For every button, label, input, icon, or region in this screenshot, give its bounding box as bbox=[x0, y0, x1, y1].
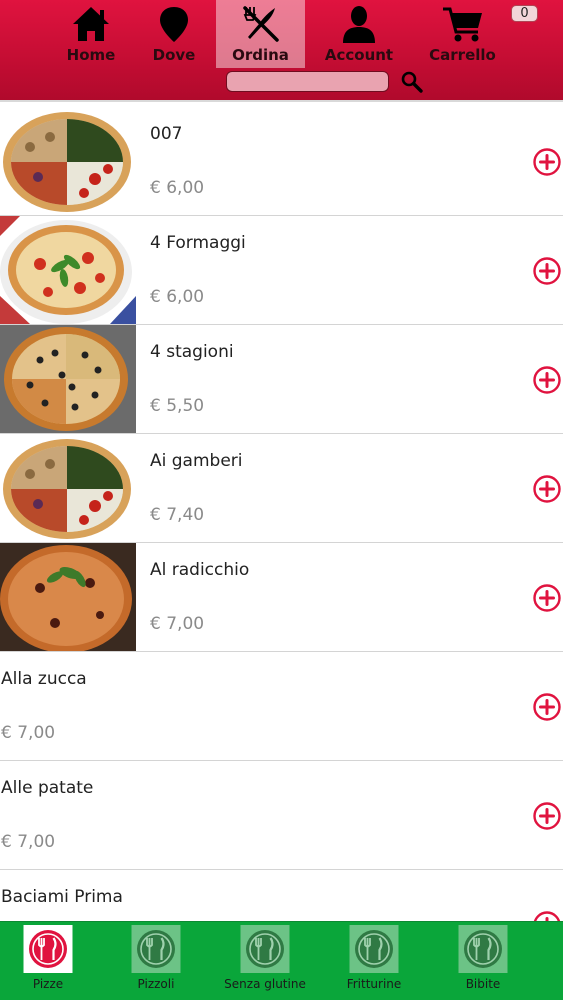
product-name: Al radicchio bbox=[150, 560, 250, 580]
fork-knife-icon bbox=[242, 6, 279, 42]
nav-dove[interactable]: Dove bbox=[146, 0, 202, 68]
add-to-cart-icon[interactable] bbox=[532, 474, 562, 504]
top-header: Home Dove Ordina Account Carrello 0 bbox=[0, 0, 563, 102]
category-label: Pizze bbox=[32, 977, 64, 991]
nav-ordina-label: Ordina bbox=[232, 46, 289, 64]
nav-ordina[interactable]: Ordina bbox=[216, 0, 305, 68]
search-icon[interactable] bbox=[400, 70, 424, 94]
plate-cutlery-icon bbox=[246, 930, 284, 968]
nav-home[interactable]: Home bbox=[62, 0, 120, 68]
nav-carrello[interactable]: Carrello bbox=[425, 0, 500, 68]
category-tile bbox=[131, 925, 181, 973]
category-bar: Pizze Pizzoli Senza glutine Fritturine B… bbox=[0, 921, 563, 1000]
category-pizzoli[interactable]: Pizzoli bbox=[118, 922, 194, 1000]
category-tile bbox=[240, 925, 290, 973]
add-to-cart-icon[interactable] bbox=[532, 801, 562, 831]
product-row[interactable]: Ai gamberi € 7,40 bbox=[0, 434, 563, 543]
plate-cutlery-icon bbox=[137, 930, 175, 968]
plate-cutlery-icon bbox=[464, 930, 502, 968]
product-price: € 7,00 bbox=[1, 723, 56, 743]
product-name: Ai gamberi bbox=[150, 451, 243, 471]
category-label: Pizzoli bbox=[137, 977, 175, 991]
product-image bbox=[0, 325, 136, 433]
product-name: 007 bbox=[150, 124, 183, 144]
product-list: 007 € 6,00 4 Formaggi € 6,00 4 stagioni … bbox=[0, 107, 563, 921]
main-nav: Home Dove Ordina Account Carrello bbox=[0, 0, 563, 68]
product-row[interactable]: Alle patate € 7,00 bbox=[0, 761, 563, 870]
add-to-cart-icon[interactable] bbox=[532, 583, 562, 613]
nav-home-label: Home bbox=[66, 46, 116, 64]
search-input[interactable] bbox=[226, 71, 389, 92]
product-name: Baciami Prima bbox=[1, 887, 123, 907]
category-tile bbox=[23, 925, 73, 973]
category-pizze[interactable]: Pizze bbox=[10, 922, 86, 1000]
product-name: 4 stagioni bbox=[150, 342, 234, 362]
product-image bbox=[0, 434, 136, 542]
product-name: Alla zucca bbox=[1, 669, 87, 689]
home-icon bbox=[73, 7, 109, 41]
product-price: € 7,00 bbox=[1, 832, 56, 852]
product-row[interactable]: Alla zucca € 7,00 bbox=[0, 652, 563, 761]
product-row[interactable]: Baciami Prima bbox=[0, 870, 563, 921]
product-price: € 6,00 bbox=[150, 287, 205, 307]
product-price: € 6,00 bbox=[150, 178, 205, 198]
nav-dove-label: Dove bbox=[152, 46, 196, 64]
nav-account[interactable]: Account bbox=[320, 0, 398, 68]
add-to-cart-icon[interactable] bbox=[532, 365, 562, 395]
add-to-cart-icon[interactable] bbox=[532, 910, 562, 921]
user-icon bbox=[343, 6, 375, 43]
category-label: Fritturine bbox=[346, 977, 402, 991]
product-row[interactable]: 4 stagioni € 5,50 bbox=[0, 325, 563, 434]
add-to-cart-icon[interactable] bbox=[532, 256, 562, 286]
cart-count-badge: 0 bbox=[511, 5, 538, 22]
add-to-cart-icon[interactable] bbox=[532, 147, 562, 177]
plate-cutlery-icon bbox=[29, 930, 67, 968]
category-label: Bibite bbox=[465, 977, 501, 991]
plate-cutlery-icon bbox=[355, 930, 393, 968]
product-row[interactable]: 4 Formaggi € 6,00 bbox=[0, 216, 563, 325]
category-bibite[interactable]: Bibite bbox=[445, 922, 521, 1000]
category-label: Senza glutine bbox=[224, 977, 306, 991]
category-tile bbox=[349, 925, 399, 973]
map-pin-icon bbox=[160, 7, 188, 42]
product-image bbox=[0, 543, 136, 651]
product-price: € 7,00 bbox=[150, 614, 205, 634]
product-row[interactable]: Al radicchio € 7,00 bbox=[0, 543, 563, 652]
category-fritturine[interactable]: Fritturine bbox=[336, 922, 412, 1000]
product-price: € 7,40 bbox=[150, 505, 205, 525]
product-name: Alle patate bbox=[1, 778, 94, 798]
nav-account-label: Account bbox=[324, 46, 394, 64]
product-row[interactable]: 007 € 6,00 bbox=[0, 107, 563, 216]
cart-icon bbox=[442, 7, 482, 42]
product-name: 4 Formaggi bbox=[150, 233, 246, 253]
category-senza-glutine[interactable]: Senza glutine bbox=[212, 922, 318, 1000]
nav-carrello-label: Carrello bbox=[429, 46, 496, 64]
product-image bbox=[0, 107, 136, 215]
product-image bbox=[0, 216, 136, 324]
category-tile bbox=[458, 925, 508, 973]
add-to-cart-icon[interactable] bbox=[532, 692, 562, 722]
product-price: € 5,50 bbox=[150, 396, 205, 416]
